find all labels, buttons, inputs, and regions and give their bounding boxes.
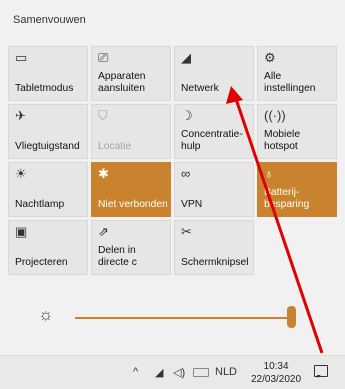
quick-action-label-line: Batterij-: [264, 187, 300, 198]
quick-action-label-line: Concentratie-: [181, 129, 243, 140]
quick-action-label: Apparaten aansluiten: [98, 71, 167, 95]
quick-action-label-line: Nachtlamp: [15, 199, 65, 210]
quick-action-label-line: hotspot: [264, 141, 298, 152]
quick-action-label-line: Tabletmodus: [15, 83, 74, 94]
concentratie-hulp-icon: ☽: [181, 108, 193, 123]
quick-action-concentratie-hulp[interactable]: ☽ Concentratie-hulp: [174, 104, 254, 159]
quick-action-label-line: VPN: [181, 199, 203, 210]
quick-action-schermknipsel[interactable]: ✂ Schermknipsel: [174, 220, 254, 275]
quick-action-niet-verbonden[interactable]: ✱ Niet verbonden: [91, 162, 171, 217]
quick-action-label: Netwerk: [181, 83, 250, 95]
taskbar: ^ ◢ ◁) NLD 10:34 22/03/2020: [0, 355, 345, 389]
show-hidden-icons-chevron-icon[interactable]: ^: [133, 366, 138, 378]
quick-action-netwerk[interactable]: ◢ Netwerk: [174, 46, 254, 101]
quick-action-nachtlamp[interactable]: ☀ Nachtlamp: [8, 162, 88, 217]
wifi-icon[interactable]: ◢: [155, 366, 163, 379]
quick-action-alle-instellingen[interactable]: ⚙ Alle instellingen: [257, 46, 337, 101]
quick-action-tabletmodus[interactable]: ▭ Tabletmodus: [8, 46, 88, 101]
quick-action-label: Tabletmodus: [15, 83, 84, 95]
tabletmodus-icon: ▭: [15, 50, 28, 65]
nachtlamp-icon: ☀: [15, 166, 27, 181]
quick-action-label: Concentratie-hulp: [181, 129, 250, 153]
projecteren-icon: ▣: [15, 224, 28, 239]
quick-action-label-line: aansluiten: [98, 83, 145, 94]
quick-action-label: Niet verbonden: [98, 199, 167, 211]
locatie-icon: ⛉: [98, 108, 108, 123]
quick-action-label: Vliegtuigstand: [15, 141, 84, 153]
alle-instellingen-icon: ⚙: [264, 50, 276, 65]
quick-action-vpn[interactable]: ∞ VPN: [174, 162, 254, 217]
brightness-icon: ☼: [38, 305, 54, 324]
quick-action-projecteren[interactable]: ▣ Projecteren: [8, 220, 88, 275]
quick-action-label-line: Alle: [264, 71, 282, 82]
quick-action-apparaten-aansluiten[interactable]: ⎚ Apparaten aansluiten: [91, 46, 171, 101]
batterij-besparing-icon: ♁: [264, 166, 274, 181]
notification-center-icon[interactable]: [314, 365, 328, 378]
delen-in-directe-c-icon: ⇗: [98, 224, 109, 239]
battery-icon[interactable]: [193, 368, 209, 377]
quick-action-label-line: instellingen: [264, 83, 316, 94]
quick-action-batterij-besparing[interactable]: ♁ Batterij-besparing: [257, 162, 337, 217]
quick-action-label: Delen in directe c: [98, 245, 167, 269]
quick-action-label-line: Apparaten: [98, 71, 146, 82]
quick-action-label: Nachtlamp: [15, 199, 84, 211]
quick-actions-grid: ▭ Tabletmodus ⎚ Apparaten aansluiten ◢ Netwerk…: [8, 46, 338, 275]
quick-action-label-line: hulp: [181, 141, 201, 152]
quick-action-label: Projecteren: [15, 257, 84, 269]
quick-action-label: Locatie: [98, 141, 167, 153]
quick-action-vliegtuigstand[interactable]: ✈ Vliegtuigstand: [8, 104, 88, 159]
vpn-icon: ∞: [181, 166, 191, 181]
quick-action-label-line: Niet verbonden: [98, 199, 167, 210]
clock-time: 10:34: [263, 361, 289, 372]
clock-date: 22/03/2020: [251, 374, 302, 385]
mobiele-hotspot-icon: ((·)): [264, 108, 286, 123]
quick-action-label: Schermknipsel: [181, 257, 250, 269]
quick-action-label-line: Delen in: [98, 245, 136, 256]
quick-action-label-line: directe c: [98, 257, 137, 268]
clock[interactable]: 10:34 22/03/2020: [251, 360, 301, 386]
collapse-link[interactable]: Samenvouwen: [13, 14, 86, 26]
quick-action-delen-in-directe-c[interactable]: ⇗ Delen in directe c: [91, 220, 171, 275]
quick-action-label-line: Schermknipsel: [181, 257, 249, 268]
quick-action-label: VPN: [181, 199, 250, 211]
language-indicator[interactable]: NLD: [215, 366, 237, 378]
quick-action-label-line: Locatie: [98, 141, 132, 152]
brightness-slider-track[interactable]: [75, 317, 293, 319]
quick-action-label-line: besparing: [264, 199, 310, 210]
apparaten-aansluiten-icon: ⎚: [98, 50, 109, 65]
quick-action-label-line: Projecteren: [15, 257, 68, 268]
action-center-panel: Samenvouwen ▭ Tabletmodus ⎚ Apparaten aanslu…: [0, 0, 345, 389]
quick-action-label: Alle instellingen: [264, 71, 333, 95]
niet-verbonden-icon: ✱: [98, 166, 109, 181]
netwerk-icon: ◢: [181, 50, 191, 65]
quick-action-label: Mobiele hotspot: [264, 129, 333, 153]
vliegtuigstand-icon: ✈: [15, 108, 26, 123]
quick-action-label-line: Netwerk: [181, 83, 219, 94]
quick-action-label-line: Mobiele: [264, 129, 301, 140]
quick-action-label: Batterij-besparing: [264, 187, 333, 211]
brightness-slider-thumb[interactable]: [287, 306, 296, 328]
quick-action-mobiele-hotspot[interactable]: ((·)) Mobiele hotspot: [257, 104, 337, 159]
schermknipsel-icon: ✂: [181, 224, 192, 239]
quick-action-locatie[interactable]: ⛉ Locatie: [91, 104, 171, 159]
quick-action-label-line: Vliegtuigstand: [15, 141, 80, 152]
volume-icon[interactable]: ◁): [173, 366, 185, 379]
